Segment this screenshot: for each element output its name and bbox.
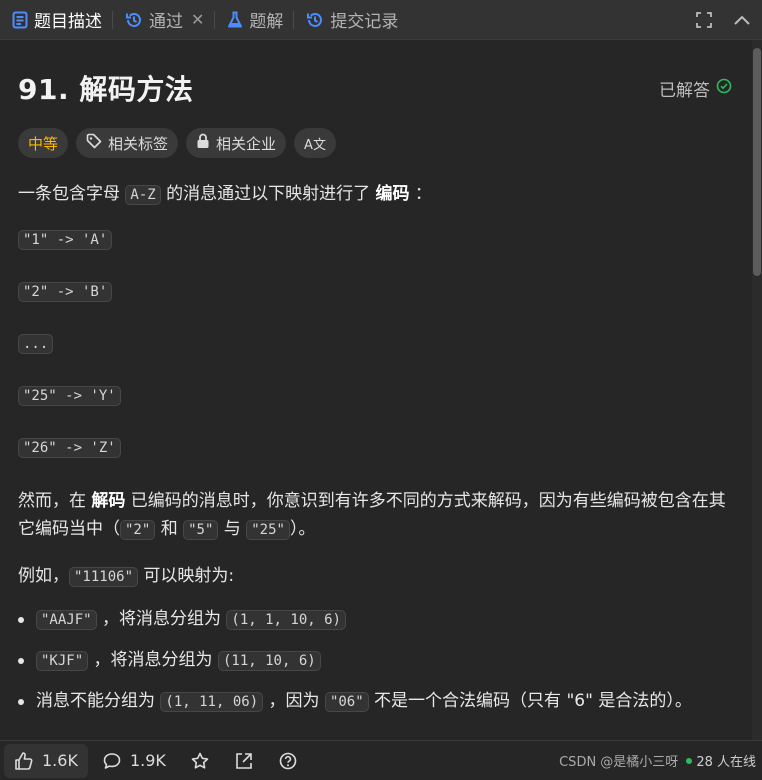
bottom-right-status: CSDN @是橘小三呀 28 人在线 [559, 751, 762, 770]
inline-code: (1, 1, 10, 6) [226, 610, 346, 630]
related-tags-label: 相关标签 [108, 134, 169, 153]
mapping-item: "2" -> 'B' [18, 281, 734, 333]
text: 例如， [18, 566, 69, 586]
text: ： [409, 184, 432, 204]
online-count: 28 人在线 [686, 751, 756, 770]
text: 消息不能分组为 [36, 691, 161, 711]
like-count: 1.6K [42, 751, 78, 770]
online-dot-icon [686, 757, 693, 764]
online-label: 28 人在线 [696, 755, 756, 770]
decoding-paragraph: 然而，在 解码 已编码的消息时，你意识到有许多不同的方式来解码，因为有些编码被包… [18, 487, 734, 544]
text: ，将消息分组为 [88, 650, 218, 670]
tab-label: 题目描述 [34, 12, 102, 32]
mapping-code: "2" -> 'B' [18, 282, 113, 302]
tag-icon [86, 133, 102, 153]
inline-code: "AAJF" [36, 610, 97, 630]
solved-label: 已解答 [659, 80, 710, 101]
text: 然而，在 [18, 491, 92, 511]
tab-bar: 题目描述 通过 ✕ 题解 提交记录 [0, 0, 762, 40]
tab-solutions[interactable]: 题解 [215, 0, 293, 40]
mapping-code: ... [18, 334, 54, 354]
tab-bar-actions [692, 8, 762, 32]
inline-code: "25" [246, 520, 290, 540]
check-circle-icon [716, 78, 732, 99]
related-companies-label: 相关企业 [216, 134, 277, 153]
title-row: 91. 解码方法 已解答 [18, 70, 734, 106]
inline-code: "06" [324, 692, 369, 712]
mapping-item: ... [18, 333, 734, 385]
mapping-item: "26" -> 'Z' [18, 437, 734, 471]
tab-submissions[interactable]: 提交记录 [294, 0, 408, 40]
mapping-code: "25" -> 'Y' [18, 386, 121, 406]
problem-tags: 中等 相关标签 相关企业 A文 [18, 128, 734, 158]
inline-code: (1, 11, 06) [160, 692, 264, 712]
text: 可以映射为: [138, 566, 235, 586]
text: 和 [155, 519, 184, 539]
text: 的消息通过以下映射进行了 [160, 184, 376, 204]
tab-label: 题解 [249, 12, 284, 32]
flask-icon [227, 11, 243, 29]
list-item: 消息不能分组为 (1, 11, 06) ，因为 "06" 不是一个合法编码（只有… [18, 687, 734, 716]
comment-count: 1.9K [129, 751, 166, 770]
text: 不是一个合法编码（只有 "6" 是合法的）。 [368, 691, 692, 711]
inline-code: A-Z [125, 185, 161, 205]
favorite-button[interactable] [180, 744, 220, 778]
thumbs-up-icon [14, 751, 34, 771]
text: ，将消息分组为 [96, 609, 227, 629]
tab-description[interactable]: 题目描述 [0, 0, 112, 40]
scrollbar-thumb[interactable] [753, 48, 761, 276]
text: ，因为 [263, 691, 325, 711]
inline-code: "KJF" [36, 651, 89, 671]
share-button[interactable] [224, 744, 264, 778]
list-item: "KJF" ，将消息分组为 (11, 10, 6) [18, 646, 734, 675]
translate-button[interactable]: A文 [294, 128, 336, 158]
problem-title[interactable]: 91. 解码方法 [18, 68, 193, 108]
difficulty-badge: 中等 [18, 128, 69, 158]
tab-accepted[interactable]: 通过 ✕ [113, 0, 214, 40]
comment-icon [102, 751, 122, 771]
history-icon [125, 11, 143, 29]
text: ）。 [289, 519, 316, 539]
text: 与 [218, 519, 247, 539]
solved-status: 已解答 [659, 76, 732, 101]
example-paragraph: 例如， "11106" 可以映射为: [18, 562, 734, 591]
star-icon [190, 751, 210, 771]
mapping-code: "1" -> 'A' [18, 230, 113, 250]
bottom-action-bar: 1.6K 1.9K CSDN @是橘小三呀 28 人在线 [0, 740, 762, 780]
mapping-item: "1" -> 'A' [18, 229, 734, 281]
history-icon [306, 11, 324, 29]
mapping-code: "26" -> 'Z' [18, 438, 121, 458]
related-tags-button[interactable]: 相关标签 [76, 128, 179, 158]
problem-description-panel: 91. 解码方法 已解答 中等 相关标签 相关企业 A文 一条包含字母 A-Z … [0, 40, 752, 740]
close-icon[interactable]: ✕ [191, 10, 204, 29]
inline-code: "2" [120, 520, 156, 540]
lock-icon [196, 133, 210, 153]
intro-paragraph: 一条包含字母 A-Z 的消息通过以下映射进行了 编码 ： [18, 180, 734, 209]
comment-button[interactable]: 1.9K [92, 744, 176, 778]
help-icon [278, 751, 298, 771]
share-icon [234, 751, 254, 771]
translate-icon: A文 [304, 137, 326, 153]
mapping-item: "25" -> 'Y' [18, 385, 734, 437]
fullscreen-icon[interactable] [692, 8, 716, 32]
text: 一条包含字母 [18, 184, 126, 204]
watermark: CSDN @是橘小三呀 [559, 755, 679, 770]
example-list: "AAJF" ，将消息分组为 (1, 1, 10, 6) "KJF" ，将消息分… [18, 605, 734, 716]
list-item: "AAJF" ，将消息分组为 (1, 1, 10, 6) [18, 605, 734, 634]
related-companies-button[interactable]: 相关企业 [186, 128, 287, 158]
inline-code: (11, 10, 6) [217, 651, 321, 671]
tab-label: 通过 [149, 12, 183, 32]
inline-code: "5" [183, 520, 219, 540]
like-button[interactable]: 1.6K [4, 743, 88, 778]
description-icon [12, 11, 28, 29]
inline-code: "11106" [69, 567, 139, 587]
help-button[interactable] [268, 744, 308, 778]
bold-text: 解码 [91, 491, 126, 511]
mapping-list: "1" -> 'A' "2" -> 'B' ... "25" -> 'Y' "2… [18, 229, 734, 471]
bold-text: 编码 [375, 184, 410, 204]
tab-label: 提交记录 [330, 12, 399, 32]
chevron-up-icon[interactable] [730, 8, 754, 32]
